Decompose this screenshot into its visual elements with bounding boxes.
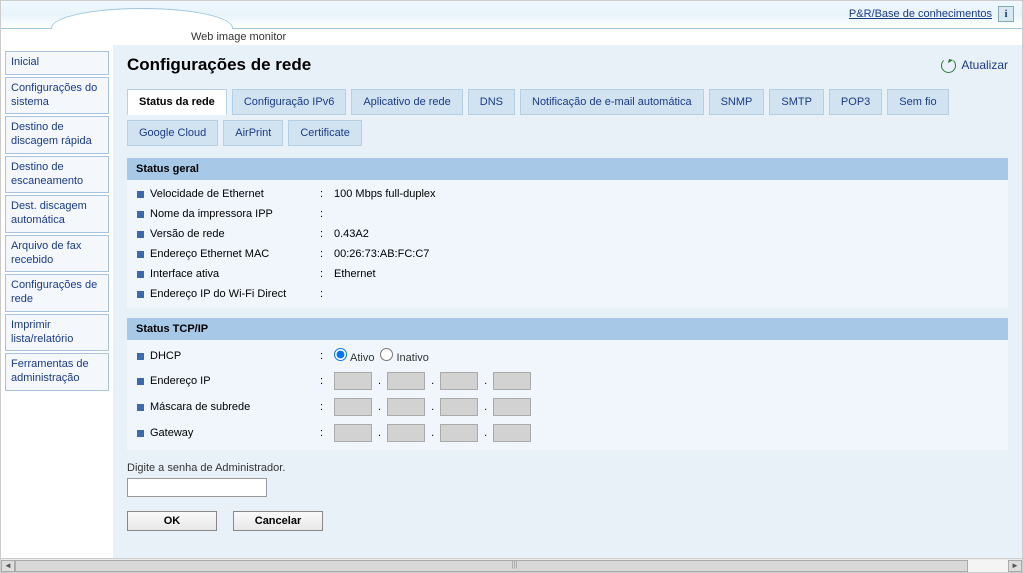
page-title: Configurações de rede [127, 55, 311, 75]
label-ipp: Nome da impressora IPP [150, 208, 320, 220]
value-eth-speed: 100 Mbps full-duplex [334, 188, 436, 200]
tab-semfio[interactable]: Sem fio [887, 89, 948, 115]
admin-password-input[interactable] [127, 478, 267, 497]
radio-dhcp-off-input[interactable] [380, 348, 393, 361]
row-dhcp: DHCP : Ativo Inativo [127, 344, 1008, 368]
label-eth-speed: Velocidade de Ethernet [150, 188, 320, 200]
bullet-icon [137, 291, 144, 298]
tab-airprint[interactable]: AirPrint [223, 120, 283, 146]
gw-oct-4[interactable] [493, 424, 531, 442]
row-mac: Endereço Ethernet MAC : 00:26:73:AB:FC:C… [127, 244, 1008, 264]
bullet-icon [137, 430, 144, 437]
label-active-if: Interface ativa [150, 268, 320, 280]
section-general: Status geral Velocidade de Ethernet : 10… [127, 158, 1008, 308]
row-net-version: Versão de rede : 0.43A2 [127, 224, 1008, 244]
label-dhcp: DHCP [150, 350, 320, 362]
cancel-button[interactable]: Cancelar [233, 511, 323, 531]
row-ip: Endereço IP : . . . [127, 368, 1008, 394]
ip-oct-1[interactable] [334, 372, 372, 390]
radio-dhcp-on-input[interactable] [334, 348, 347, 361]
row-gateway: Gateway : . . . [127, 420, 1008, 446]
horizontal-scrollbar[interactable]: ◄ ||| ► [1, 558, 1022, 572]
scroll-left-arrow[interactable]: ◄ [1, 560, 15, 572]
tab-certificate[interactable]: Certificate [288, 120, 362, 146]
section-tcpip: Status TCP/IP DHCP : Ativo Inativo Ender… [127, 318, 1008, 450]
radio-dhcp-off[interactable]: Inativo [380, 348, 428, 364]
bullet-icon [137, 353, 144, 360]
scroll-thumb[interactable] [15, 560, 968, 572]
row-ethernet-speed: Velocidade de Ethernet : 100 Mbps full-d… [127, 184, 1008, 204]
tab-smtp[interactable]: SMTP [769, 89, 824, 115]
scroll-right-arrow[interactable]: ► [1008, 560, 1022, 572]
admin-password-label: Digite a senha de Administrador. [127, 462, 1008, 474]
refresh-label: Atualizar [961, 58, 1008, 72]
section-general-heading: Status geral [127, 158, 1008, 180]
label-mask: Máscara de subrede [150, 401, 320, 413]
mask-oct-2[interactable] [387, 398, 425, 416]
value-active-if: Ethernet [334, 268, 376, 280]
bullet-icon [137, 251, 144, 258]
row-active-if: Interface ativa : Ethernet [127, 264, 1008, 284]
sidebar-item-inicial[interactable]: Inicial [5, 51, 109, 75]
ok-button[interactable]: OK [127, 511, 217, 531]
gw-oct-3[interactable] [440, 424, 478, 442]
tab-email[interactable]: Notificação de e-mail automática [520, 89, 704, 115]
tab-snmp[interactable]: SNMP [709, 89, 765, 115]
gw-oct-2[interactable] [387, 424, 425, 442]
tab-google[interactable]: Google Cloud [127, 120, 218, 146]
bullet-icon [137, 211, 144, 218]
row-ipp-name: Nome da impressora IPP : [127, 204, 1008, 224]
ip-oct-2[interactable] [387, 372, 425, 390]
kb-link[interactable]: P&R/Base de conhecimentos [849, 8, 992, 20]
gw-oct-1[interactable] [334, 424, 372, 442]
mask-oct-1[interactable] [334, 398, 372, 416]
sidebar-item-imprimir[interactable]: Imprimir lista/relatório [5, 314, 109, 352]
brand-text: Web image monitor [191, 31, 286, 43]
refresh-button[interactable]: Atualizar [941, 58, 1008, 73]
value-mac: 00:26:73:AB:FC:C7 [334, 248, 429, 260]
refresh-icon [941, 58, 956, 73]
row-mask: Máscara de subrede : . . . [127, 394, 1008, 420]
label-mac: Endereço Ethernet MAC [150, 248, 320, 260]
label-wifidirect: Endereço IP do Wi-Fi Direct [150, 288, 320, 300]
sidebar-item-discagem-rapida[interactable]: Destino de discagem rápida [5, 116, 109, 154]
scroll-track[interactable]: ||| [15, 560, 1008, 572]
tab-ipv6[interactable]: Configuração IPv6 [232, 89, 347, 115]
ip-oct-4[interactable] [493, 372, 531, 390]
bullet-icon [137, 191, 144, 198]
tab-aplicativo[interactable]: Aplicativo de rede [351, 89, 462, 115]
radio-dhcp-on[interactable]: Ativo [334, 348, 374, 364]
sidebar-item-config-rede[interactable]: Configurações de rede [5, 274, 109, 312]
sidebar-item-config-sistema[interactable]: Configurações do sistema [5, 77, 109, 115]
mask-oct-4[interactable] [493, 398, 531, 416]
bullet-icon [137, 404, 144, 411]
label-version: Versão de rede [150, 228, 320, 240]
tab-status-rede[interactable]: Status da rede [127, 89, 227, 115]
tab-dns[interactable]: DNS [468, 89, 515, 115]
sidebar-item-discagem-auto[interactable]: Dest. discagem automática [5, 195, 109, 233]
bullet-icon [137, 271, 144, 278]
label-gateway: Gateway [150, 427, 320, 439]
sidebar: Inicial Configurações do sistema Destino… [1, 45, 113, 558]
value-version: 0.43A2 [334, 228, 369, 240]
mask-oct-3[interactable] [440, 398, 478, 416]
ip-oct-3[interactable] [440, 372, 478, 390]
row-wifidirect-ip: Endereço IP do Wi-Fi Direct : [127, 284, 1008, 304]
tabs: Status da rede Configuração IPv6 Aplicat… [127, 89, 1008, 146]
sidebar-item-admin[interactable]: Ferramentas de administração [5, 353, 109, 391]
tab-pop3[interactable]: POP3 [829, 89, 882, 115]
bullet-icon [137, 378, 144, 385]
sidebar-item-fax-recebido[interactable]: Arquivo de fax recebido [5, 235, 109, 273]
info-icon[interactable]: i [998, 6, 1014, 22]
section-tcpip-heading: Status TCP/IP [127, 318, 1008, 340]
label-ip: Endereço IP [150, 375, 320, 387]
bullet-icon [137, 231, 144, 238]
content-area: Configurações de rede Atualizar Status d… [113, 45, 1022, 558]
sidebar-item-escaneamento[interactable]: Destino de escaneamento [5, 156, 109, 194]
